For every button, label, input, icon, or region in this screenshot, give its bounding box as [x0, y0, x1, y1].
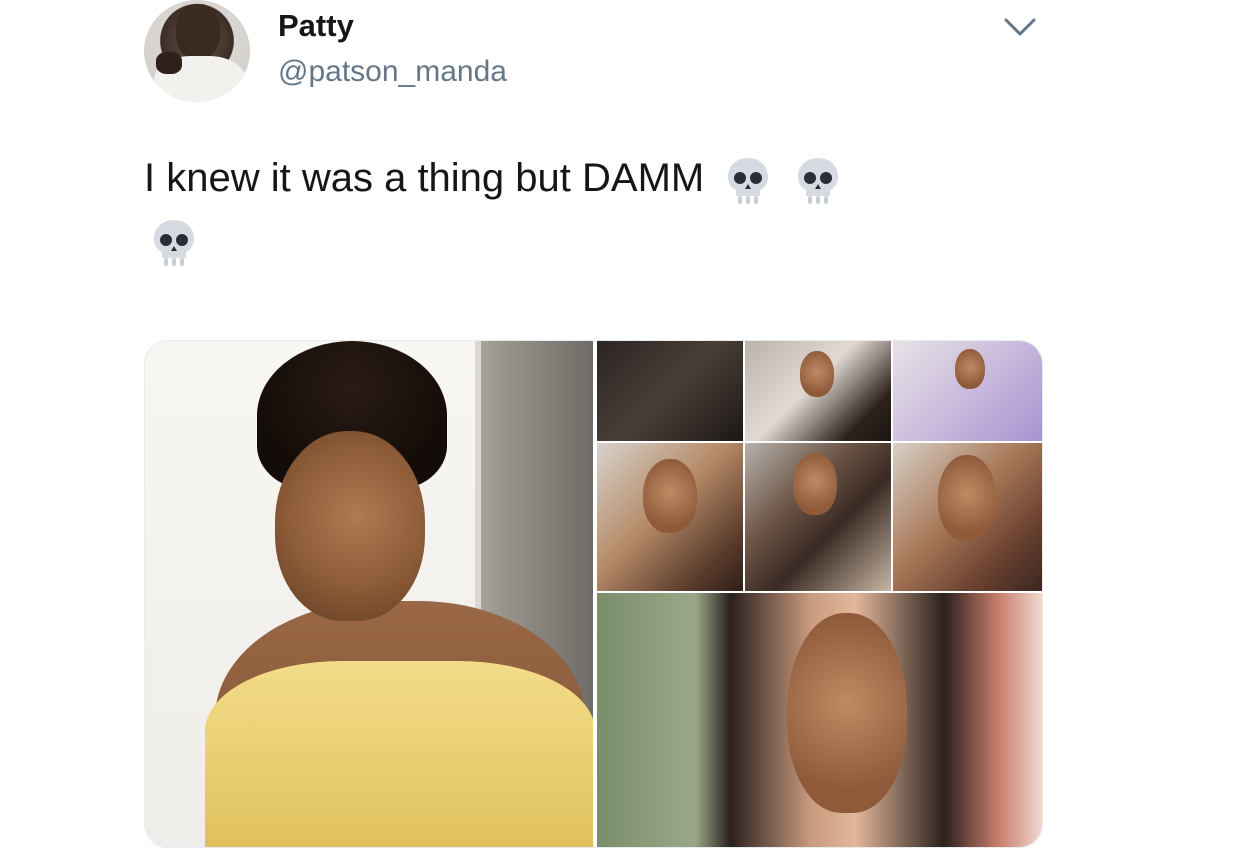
- media-thumbnail[interactable]: [893, 341, 1042, 441]
- skull-emoji-icon: [720, 152, 776, 208]
- tweet-media-grid[interactable]: [144, 340, 1043, 848]
- media-thumbnail[interactable]: [745, 443, 891, 591]
- skull-emoji-icon: [146, 214, 202, 270]
- thumbnail-face: [793, 453, 837, 515]
- tweet-text: I knew it was a thing but DAMM: [144, 146, 1044, 270]
- thumbnail-face: [955, 349, 985, 389]
- media-thumbnail[interactable]: [597, 443, 743, 591]
- media-thumbnail[interactable]: [745, 341, 891, 441]
- user-handle[interactable]: @patson_manda: [278, 54, 507, 90]
- skull-emoji-icon: [790, 152, 846, 208]
- tweet-text-content: I knew it was a thing but DAMM: [144, 156, 705, 200]
- thumbnail-face: [800, 351, 834, 397]
- thumbnail-face: [938, 455, 996, 541]
- media-thumbnail[interactable]: [597, 341, 743, 441]
- thumbnail-face: [643, 459, 697, 533]
- display-name[interactable]: Patty: [278, 6, 354, 46]
- media-photo-large[interactable]: [145, 341, 593, 847]
- media-photo-bottom[interactable]: [597, 593, 1042, 847]
- photo-subject-top: [205, 661, 593, 847]
- chevron-down-icon[interactable]: [1000, 12, 1040, 42]
- photo-subject-face: [275, 431, 425, 621]
- avatar-head: [176, 4, 220, 58]
- avatar-hand: [156, 52, 182, 74]
- thumbnail-face: [787, 613, 907, 813]
- media-thumbnail[interactable]: [893, 443, 1042, 591]
- avatar[interactable]: [144, 0, 250, 102]
